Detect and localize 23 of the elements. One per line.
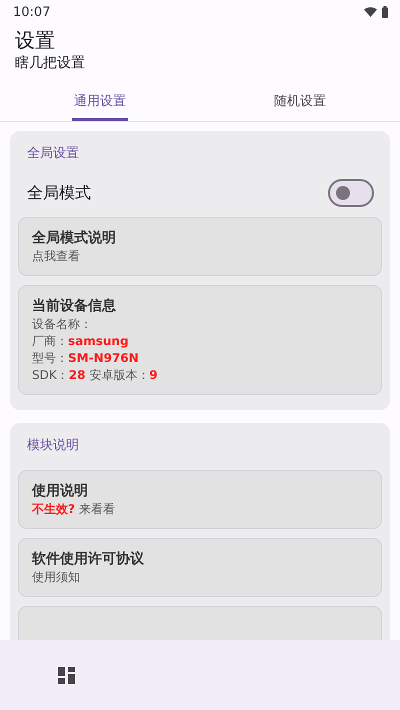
page-subtitle: 瞎几把设置 (15, 54, 86, 73)
card-text: 点我查看 (32, 248, 81, 265)
card-title: 软件使用许可协议 (32, 550, 145, 569)
status-time: 10:07 (13, 4, 50, 20)
card-text: 使用须知 (32, 569, 81, 586)
settings-card[interactable]: 全局模式说明 点我查看 (18, 217, 382, 276)
card-title: 使用说明 (32, 482, 89, 501)
settings-card[interactable]: 当前设备信息 设备名称： 厂商：samsung 型号：SM-N976N SDK：28 安卓版本：9 (18, 285, 382, 395)
card-text: 设备名称： (32, 316, 93, 333)
card-text: 型号：SM-N976N (32, 350, 140, 367)
section-title: 全局设置 (26, 145, 80, 163)
section-title: 模块说明 (26, 437, 80, 455)
settings-card[interactable]: 软件使用许可协议 使用须知 (18, 538, 382, 597)
page-title: 设置 (15, 27, 56, 53)
settings-card[interactable]: 使用说明 不生效? 来看看 (18, 470, 382, 529)
card-title: 全局模式说明 (32, 229, 117, 248)
tab[interactable]: 通用设置 (0, 83, 200, 121)
card-text: SDK：28 安卓版本：9 (32, 367, 159, 384)
card-text: 不生效? 来看看 (32, 501, 116, 518)
card-title: 当前设备信息 (32, 297, 117, 316)
tab[interactable]: 随机设置 (200, 83, 400, 121)
card-text: 厂商：samsung (32, 333, 130, 350)
toggle-label: 全局模式 (27, 182, 91, 204)
